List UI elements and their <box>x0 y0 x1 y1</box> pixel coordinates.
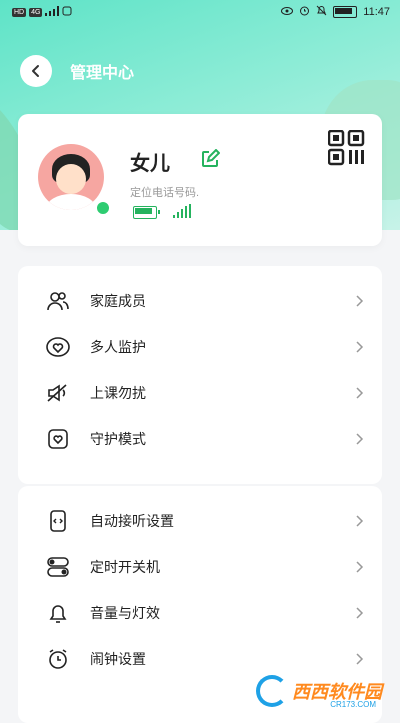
menu-item-multi-guardian[interactable]: 多人监护 <box>18 324 382 370</box>
mute-icon <box>47 384 67 402</box>
online-status-dot <box>95 200 111 216</box>
chevron-right-icon <box>356 515 364 527</box>
alarm-clock-icon <box>49 649 67 669</box>
battery-icon <box>133 206 160 219</box>
chevron-right-icon <box>356 653 364 665</box>
menu-label: 音量与灯效 <box>90 605 160 621</box>
back-button[interactable] <box>20 55 52 87</box>
signal-strength-icon <box>173 204 191 218</box>
family-icon <box>47 292 69 311</box>
page-title: 管理中心 <box>70 65 135 82</box>
chevron-right-icon <box>356 561 364 573</box>
chevron-right-icon <box>356 387 364 399</box>
menu-label: 闹钟设置 <box>90 651 146 667</box>
avatar[interactable] <box>38 144 104 210</box>
chevron-right-icon <box>356 295 364 307</box>
menu-label: 自动接听设置 <box>90 513 174 529</box>
profile-card[interactable]: 女儿 定位电话号码. <box>18 114 382 246</box>
menu-group-family: 家庭成员 多人监护 上课勿扰 守护模式 <box>18 266 382 484</box>
network-badge: 4G <box>29 8 43 17</box>
chevron-right-icon <box>356 607 364 619</box>
menu-label: 守护模式 <box>90 431 146 447</box>
signal-icon <box>45 6 60 19</box>
menu-label: 家庭成员 <box>90 293 146 309</box>
phone-number-label: 定位电话号码. <box>130 187 200 199</box>
menu-item-auto-answer[interactable]: 自动接听设置 <box>18 498 382 544</box>
menu-label: 定时开关机 <box>90 559 160 575</box>
eye-icon <box>281 6 294 18</box>
mute-status-icon <box>316 5 327 19</box>
guard-heart-icon <box>48 429 68 449</box>
time: 11:47 <box>363 6 390 18</box>
notification-icon <box>62 6 72 19</box>
chevron-right-icon <box>356 433 364 445</box>
menu-label: 多人监护 <box>90 339 146 355</box>
hd-badge: HD <box>12 8 27 17</box>
chevron-right-icon <box>356 341 364 353</box>
status-bar: HD 4G 11:47 <box>0 0 400 26</box>
menu-item-scheduled-power[interactable]: 定时开关机 <box>18 544 382 590</box>
heart-icon <box>46 337 70 357</box>
watermark-logo-icon <box>256 675 288 707</box>
qr-code-icon[interactable] <box>328 130 368 166</box>
watermark-subtext: CR173.COM <box>330 700 376 709</box>
menu-item-family-members[interactable]: 家庭成员 <box>18 278 382 324</box>
alarm-status-icon <box>299 5 310 19</box>
menu-label: 上课勿扰 <box>90 385 146 401</box>
menu-item-volume-light[interactable]: 音量与灯效 <box>18 590 382 636</box>
menu-item-class-do-not-disturb[interactable]: 上课勿扰 <box>18 370 382 416</box>
battery-status-icon <box>333 6 358 18</box>
edit-icon[interactable] <box>200 149 220 169</box>
chevron-left-icon <box>32 65 39 77</box>
menu-item-guard-mode[interactable]: 守护模式 <box>18 416 382 462</box>
device-name: 女儿 <box>130 153 170 175</box>
phone-auto-answer-icon <box>50 510 66 532</box>
toggle-icon <box>47 557 69 577</box>
nav-bar: 管理中心 <box>20 55 134 87</box>
bell-icon <box>49 605 67 623</box>
